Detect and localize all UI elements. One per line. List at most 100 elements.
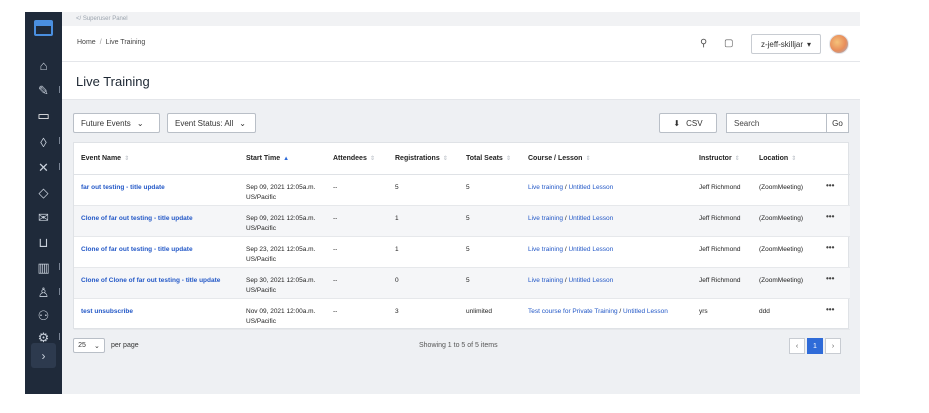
more-actions-button[interactable]: ••• xyxy=(819,236,850,268)
total-seats-cell: 5 xyxy=(459,205,521,237)
column-header-attendees[interactable]: Attendees ⇕ xyxy=(326,143,388,175)
expand-sidebar-button[interactable]: › xyxy=(31,343,56,368)
start-time-cell: Sep 23, 2021 12:05a.m. US/Pacific xyxy=(239,236,326,268)
course-link[interactable]: Live training xyxy=(528,246,563,253)
cart-icon[interactable]: ⊔ xyxy=(25,230,62,256)
edit-icon[interactable]: ✎ xyxy=(25,78,62,104)
column-header-location[interactable]: Location ⇕ xyxy=(752,143,819,175)
avatar[interactable] xyxy=(829,34,849,54)
course-link[interactable]: Live training xyxy=(528,277,563,284)
total-seats-cell: unlimited xyxy=(459,298,521,330)
events-table: Event Name ⇕ Start Time ▲ Attendees ⇕ Regis… xyxy=(73,142,850,330)
chart-icon[interactable]: ▥ xyxy=(25,255,62,281)
prev-page-button[interactable]: ‹ xyxy=(789,338,805,354)
event-name-link[interactable]: Clone of Clone of far out testing - titl… xyxy=(74,267,239,299)
sort-icon: ⇕ xyxy=(442,155,448,162)
per-page-label: per page xyxy=(111,342,139,349)
lesson-link[interactable]: Untitled Lesson xyxy=(568,246,613,253)
instructor-cell: Jeff Richmond xyxy=(692,205,752,237)
event-status-label: Event Status: All xyxy=(175,118,234,128)
table-header-row: Event Name ⇕ Start Time ▲ Attendees ⇕ Regis… xyxy=(74,143,850,175)
registrations-cell: 1 xyxy=(388,205,459,237)
table-row: test unsubscribe Nov 09, 2021 12:00a.m. US… xyxy=(74,298,850,330)
total-seats-cell: 5 xyxy=(459,174,521,206)
course-link[interactable]: Test course for Private Training xyxy=(528,308,618,315)
more-actions-button[interactable]: ••• xyxy=(819,205,850,237)
more-actions-button[interactable]: ••• xyxy=(819,298,850,330)
column-header-instructor[interactable]: Instructor ⇕ xyxy=(692,143,752,175)
per-page-control: 25 ⌄ per page xyxy=(73,338,139,353)
column-header-course-lesson[interactable]: Course / Lesson ⇕ xyxy=(521,143,692,175)
user-name: z-jeff-skilljar xyxy=(760,39,804,49)
start-time-cell: Sep 30, 2021 12:05a.m. US/Pacific xyxy=(239,267,326,299)
tools-icon[interactable]: ✕ xyxy=(25,155,62,181)
course-link[interactable]: Live training xyxy=(528,184,563,191)
start-time-cell: Sep 09, 2021 12:05a.m. US/Pacific xyxy=(239,174,326,206)
pagination: ‹ 1 › xyxy=(789,338,841,354)
breadcrumb-current: Live Training xyxy=(105,39,146,46)
location-cell: (ZoomMeeting) xyxy=(752,174,819,206)
registrations-cell: 5 xyxy=(388,174,459,206)
page-1-button[interactable]: 1 xyxy=(807,338,823,354)
course-lesson-cell: Live training / Untitled Lesson xyxy=(521,236,692,268)
future-events-dropdown[interactable]: Future Events ⌄ xyxy=(73,113,160,133)
user-dropdown[interactable]: z-jeff-skilljar ▾ xyxy=(751,34,821,54)
column-header-start-time[interactable]: Start Time ▲ xyxy=(239,143,326,175)
tag-icon[interactable]: ◇ xyxy=(25,180,62,206)
event-name-link[interactable]: far out testing - title update xyxy=(74,174,239,206)
home-icon[interactable]: ⌂ xyxy=(25,52,62,78)
attendees-cell: -- xyxy=(326,298,388,330)
more-actions-button[interactable]: ••• xyxy=(819,267,850,299)
breadcrumb: Home / Live Training xyxy=(77,39,145,46)
per-page-select[interactable]: 25 ⌄ xyxy=(73,338,105,353)
column-header-event-name[interactable]: Event Name ⇕ xyxy=(74,143,239,175)
showing-count: Showing 1 to 5 of 5 items xyxy=(419,342,498,349)
drop-icon[interactable]: ◊ xyxy=(25,129,62,155)
chevron-down-icon: ⌄ xyxy=(94,342,100,350)
lesson-link[interactable]: Untitled Lesson xyxy=(623,308,668,315)
event-name-link[interactable]: Clone of far out testing - title update xyxy=(74,236,239,268)
calendar-icon[interactable]: ▭ xyxy=(25,103,62,129)
chevron-down-icon: ⌄ xyxy=(239,118,246,128)
lesson-link[interactable]: Untitled Lesson xyxy=(568,277,613,284)
start-time-cell: Nov 09, 2021 12:00a.m. US/Pacific xyxy=(239,298,326,330)
registrations-cell: 3 xyxy=(388,298,459,330)
column-header-total-seats[interactable]: Total Seats ⇕ xyxy=(459,143,521,175)
event-name-link[interactable]: Clone of far out testing - title update xyxy=(74,205,239,237)
location-cell: (ZoomMeeting) xyxy=(752,267,819,299)
lesson-link[interactable]: Untitled Lesson xyxy=(568,215,613,222)
csv-export-button[interactable]: ⬇ CSV xyxy=(659,113,717,133)
mail-icon[interactable]: ✉ xyxy=(25,205,62,231)
column-header-registrations[interactable]: Registrations ⇕ xyxy=(388,143,459,175)
breadcrumb-home[interactable]: Home xyxy=(77,39,96,46)
chat-icon[interactable]: ▢ xyxy=(724,38,733,49)
content: Future Events ⌄ Event Status: All ⌄ ⬇ CS… xyxy=(62,100,860,394)
table-row: Clone of Clone of far out testing - titl… xyxy=(74,267,850,299)
location-cell: (ZoomMeeting) xyxy=(752,236,819,268)
course-lesson-cell: Test course for Private Training / Untit… xyxy=(521,298,692,330)
column-header-actions xyxy=(819,143,850,175)
sort-icon: ⇕ xyxy=(369,155,375,162)
app-logo-icon[interactable] xyxy=(34,20,53,36)
superuser-panel-bar[interactable]: </ Superuser Panel xyxy=(62,12,860,26)
next-page-button[interactable]: › xyxy=(825,338,841,354)
sidebar: ⌂ ✎ ▭ ◊ ✕ ◇ ✉ ⊔ ▥ ♙ ⚇ ⚙ › xyxy=(25,12,62,394)
event-name-link[interactable]: test unsubscribe xyxy=(74,298,239,330)
registrations-cell: 0 xyxy=(388,267,459,299)
course-link[interactable]: Live training xyxy=(528,215,563,222)
search-icon[interactable]: ⚲ xyxy=(700,38,707,49)
registrations-cell: 1 xyxy=(388,236,459,268)
title-area: Live Training xyxy=(62,62,860,100)
more-actions-button[interactable]: ••• xyxy=(819,174,850,206)
sort-icon: ⇕ xyxy=(124,155,130,162)
attendees-cell: -- xyxy=(326,205,388,237)
page-title: Live Training xyxy=(76,74,150,89)
go-button[interactable]: Go xyxy=(826,113,849,133)
lesson-link[interactable]: Untitled Lesson xyxy=(568,184,613,191)
attendees-cell: -- xyxy=(326,236,388,268)
instructor-cell: Jeff Richmond xyxy=(692,267,752,299)
start-time-cell: Sep 09, 2021 12:05a.m. US/Pacific xyxy=(239,205,326,237)
search-input[interactable] xyxy=(726,113,826,133)
event-status-dropdown[interactable]: Event Status: All ⌄ xyxy=(167,113,256,133)
location-cell: (ZoomMeeting) xyxy=(752,205,819,237)
